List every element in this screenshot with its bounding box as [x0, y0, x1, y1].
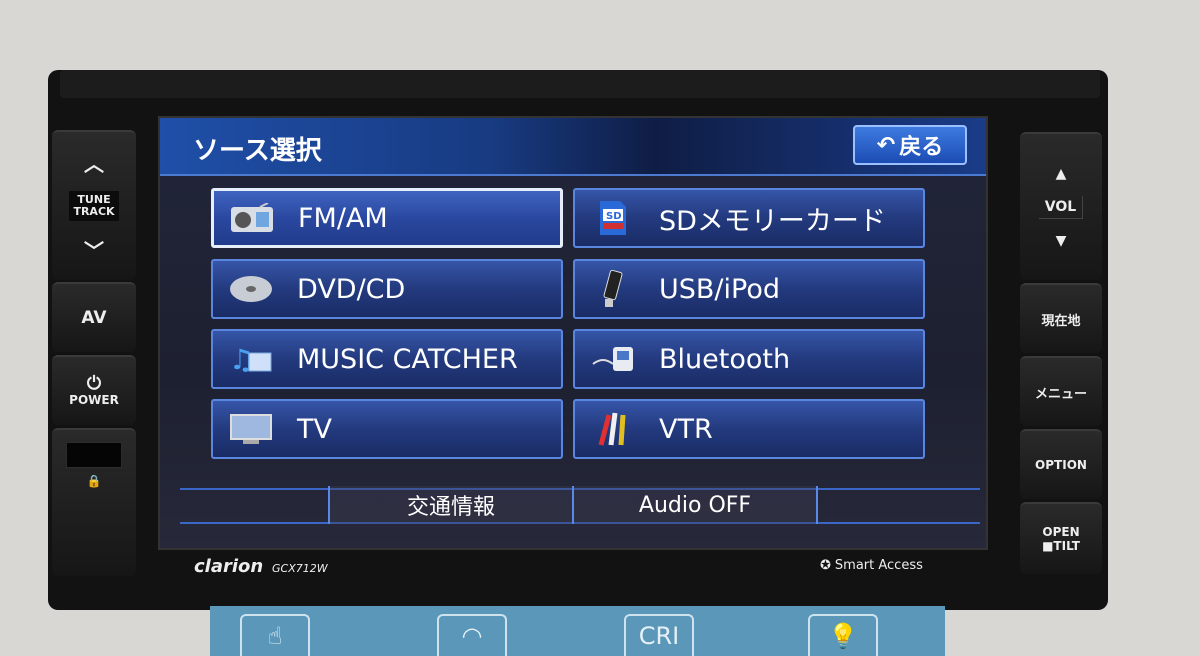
av-cable-icon: [589, 409, 637, 449]
open-label: OPEN: [1042, 525, 1080, 539]
source-fm-am[interactable]: FM/AM: [211, 188, 563, 248]
power-button[interactable]: ⏻ POWER: [52, 355, 136, 425]
source-usb-ipod[interactable]: USB/iPod: [573, 259, 925, 319]
source-label: SDメモリーカード: [659, 205, 886, 237]
bulb-icon: 💡: [808, 614, 878, 656]
volume-down-icon[interactable]: ▼: [1056, 233, 1067, 249]
volume-button[interactable]: ▲ VOL ▼: [1020, 132, 1102, 280]
svg-text:SD: SD: [606, 211, 622, 222]
audio-off-button[interactable]: Audio OFF: [572, 486, 818, 524]
av-label: AV: [81, 308, 107, 328]
smart-access-logo: ✪ Smart Access: [820, 558, 923, 573]
touch-icon: ☝: [240, 614, 310, 656]
source-tv[interactable]: TV: [211, 399, 563, 459]
back-label: 戻る: [899, 135, 944, 160]
return-arrow-icon: ↶: [876, 132, 896, 158]
card-slot[interactable]: [66, 442, 122, 468]
smart-access-label: Smart Access: [834, 558, 923, 573]
tilt-label: ■TILT: [1042, 539, 1080, 553]
usb-icon: [589, 269, 637, 309]
av-button[interactable]: AV: [52, 282, 136, 352]
lock-slot-panel: 🔒: [52, 428, 136, 576]
sd-card-icon: SD: [589, 198, 637, 238]
volume-up-icon[interactable]: ▲: [1056, 166, 1067, 182]
traffic-label: 交通情報: [406, 495, 495, 520]
traffic-info-button[interactable]: 交通情報: [328, 486, 574, 524]
source-label: USB/iPod: [659, 273, 780, 305]
source-vtr[interactable]: VTR: [573, 399, 925, 459]
music-catcher-icon: ♫: [227, 339, 275, 379]
power-label: POWER: [69, 393, 119, 407]
source-label: Bluetooth: [659, 343, 791, 375]
menu-button[interactable]: メニュー: [1020, 356, 1102, 426]
power-icon: ⏻: [86, 373, 102, 394]
tune-track-label: TUNE TRACK: [69, 191, 119, 221]
current-location-label: 現在地: [1041, 313, 1081, 329]
brand-logo: clarion: [194, 556, 264, 577]
source-label: DVD/CD: [297, 273, 406, 305]
source-bluetooth[interactable]: Bluetooth: [573, 329, 925, 389]
source-dvd-cd[interactable]: DVD/CD: [211, 259, 563, 319]
menu-label: メニュー: [1034, 386, 1087, 402]
lock-icon: 🔒: [86, 474, 102, 488]
source-label: FM/AM: [298, 202, 388, 234]
dial-icon: ◠: [437, 614, 507, 656]
smart-access-icon: ✪: [820, 558, 831, 573]
open-tilt-button[interactable]: OPEN ■TILT: [1020, 502, 1102, 574]
option-button[interactable]: OPTION: [1020, 429, 1102, 499]
cri-icon: CRI: [624, 614, 694, 656]
cri-label: CRI: [638, 622, 680, 650]
source-label: VTR: [659, 413, 713, 445]
bluetooth-player-icon: [589, 339, 637, 379]
tune-track-button[interactable]: ︿ TUNE TRACK ﹀: [52, 130, 136, 280]
source-label: MUSIC CATCHER: [297, 343, 518, 375]
back-button[interactable]: ↶ 戻る: [853, 125, 967, 165]
page-title: ソース選択: [193, 136, 322, 166]
audio-off-label: Audio OFF: [638, 492, 752, 518]
source-music-catcher[interactable]: ♫ MUSIC CATCHER: [211, 329, 563, 389]
disc-icon: [227, 269, 275, 309]
model-number: GCX712W: [272, 562, 328, 575]
option-label: OPTION: [1035, 458, 1087, 472]
current-location-button[interactable]: 現在地: [1020, 283, 1102, 353]
chevron-up-icon: ︿: [84, 152, 104, 176]
source-sd-card[interactable]: SD SDメモリーカード: [573, 188, 925, 248]
source-label: TV: [297, 413, 332, 445]
tv-icon: [227, 409, 275, 449]
radio-icon: [228, 198, 276, 238]
vol-label: VOL: [1038, 195, 1084, 219]
top-bezel: [60, 70, 1100, 98]
chevron-down-icon: ﹀: [84, 239, 104, 263]
